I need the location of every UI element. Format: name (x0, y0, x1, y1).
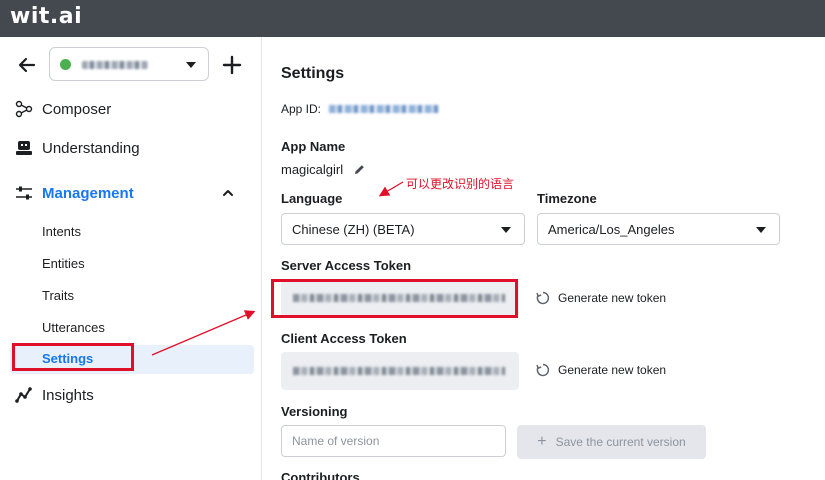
chevron-up-icon[interactable] (222, 187, 234, 199)
save-version-button[interactable]: + Save the current version (517, 425, 706, 459)
nav-insights[interactable]: Insights (14, 383, 94, 407)
app-id-redacted (329, 105, 439, 113)
page-title: Settings (281, 65, 345, 82)
plus-icon: + (537, 433, 547, 450)
sidebar-item-utterances[interactable]: Utterances (42, 320, 105, 335)
insights-icon (15, 387, 32, 403)
client-token-label: Client Access Token (281, 331, 407, 346)
language-label: Language (281, 191, 343, 206)
language-value: Chinese (ZH) (BETA) (292, 222, 415, 237)
chevron-down-icon (501, 227, 511, 233)
save-version-label: Save the current version (555, 435, 686, 449)
generate-server-token-button[interactable]: Generate new token (536, 291, 666, 305)
chevron-down-icon (186, 62, 196, 68)
nav-management[interactable]: Management (14, 181, 134, 205)
refresh-icon (536, 291, 550, 305)
composer-icon (15, 100, 33, 118)
versioning-label: Versioning (281, 404, 348, 419)
version-name-input[interactable] (281, 425, 506, 457)
sidebar-item-traits[interactable]: Traits (42, 288, 74, 303)
chevron-down-icon (756, 227, 766, 233)
sliders-icon (16, 186, 32, 200)
app-name-redacted (82, 61, 148, 69)
app-name-value: magicalgirl (281, 162, 344, 177)
refresh-icon (536, 363, 550, 377)
nav-understanding[interactable]: Understanding (14, 136, 140, 160)
back-arrow-icon[interactable] (17, 55, 37, 75)
nav-insights-label: Insights (42, 386, 94, 404)
client-token-redacted (293, 367, 505, 375)
generate-client-token-button[interactable]: Generate new token (536, 363, 666, 377)
app-status-dot (60, 59, 71, 70)
app-id-label: App ID: (281, 102, 322, 116)
sidebar-item-intents[interactable]: Intents (42, 224, 81, 239)
annotation-box-server-token (271, 279, 518, 318)
top-bar: wit.ai (0, 0, 825, 37)
pencil-icon[interactable] (353, 163, 366, 176)
timezone-label: Timezone (537, 191, 597, 206)
language-select[interactable]: Chinese (ZH) (BETA) (281, 213, 525, 245)
annotation-note: 可以更改识别的语言 (406, 177, 515, 191)
add-app-icon[interactable] (221, 54, 243, 76)
wit-ai-logo[interactable]: wit.ai (10, 4, 82, 29)
timezone-value: America/Los_Angeles (548, 222, 675, 237)
sidebar-item-entities[interactable]: Entities (42, 256, 85, 271)
timezone-select[interactable]: America/Los_Angeles (537, 213, 780, 245)
annotation-box-settings (12, 343, 134, 371)
generate-client-token-label: Generate new token (558, 363, 667, 377)
understanding-icon (16, 141, 32, 155)
client-token-field[interactable] (281, 352, 519, 390)
app-selector[interactable] (49, 47, 209, 81)
contributors-label: Contributors (281, 470, 360, 480)
server-token-label: Server Access Token (281, 258, 412, 273)
nav-understanding-label: Understanding (42, 139, 140, 157)
nav-composer[interactable]: Composer (14, 97, 111, 121)
nav-composer-label: Composer (42, 100, 112, 118)
nav-management-label: Management (42, 184, 134, 202)
app-name-label: App Name (281, 139, 346, 154)
generate-server-token-label: Generate new token (558, 291, 667, 305)
